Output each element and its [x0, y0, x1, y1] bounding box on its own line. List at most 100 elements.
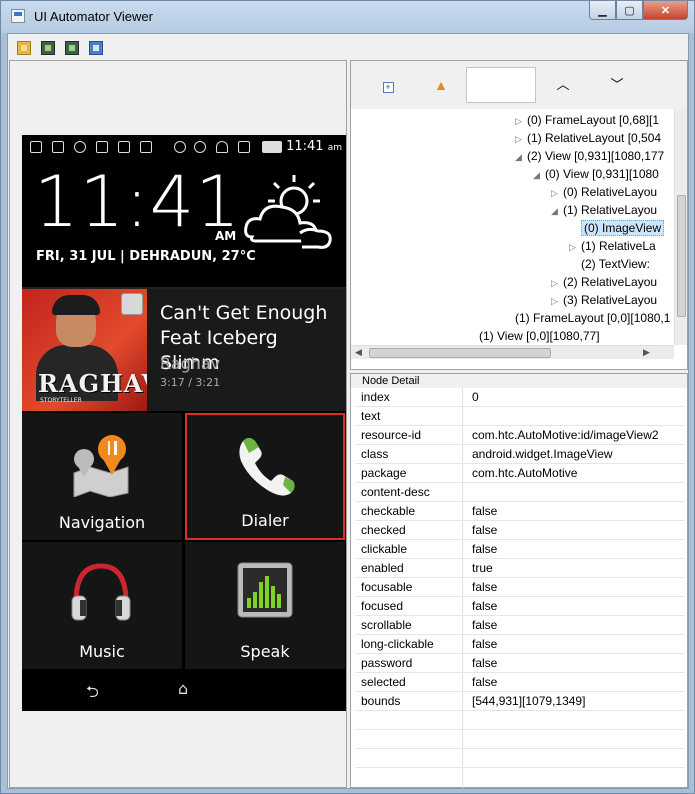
tree-node-selected[interactable]: (0) ImageView: [569, 219, 665, 237]
tree-expand-arrow-icon[interactable]: ▷: [551, 292, 563, 310]
alarm-icon: [194, 141, 206, 153]
warning-icon: ▲: [434, 77, 448, 93]
scroll-left-icon[interactable]: ◀: [355, 347, 362, 358]
hierarchy-tree[interactable]: ▷ (0) FrameLayout [0,68][1 ▷ (1) RelativeL…: [351, 109, 674, 345]
map-pin-icon: [73, 435, 129, 497]
search-field[interactable]: [466, 67, 536, 103]
tree-expand-arrow-icon[interactable]: ▷: [569, 238, 581, 256]
detail-value: 0: [472, 390, 479, 404]
detail-row[interactable]: enabled true: [355, 559, 685, 578]
detail-row[interactable]: index 0: [355, 388, 685, 407]
expand-all-button[interactable]: +: [378, 75, 398, 95]
tree-collapse-arrow-icon[interactable]: ◢: [515, 148, 527, 166]
device-screenshot-compressed-icon[interactable]: [65, 41, 79, 55]
tree-horizontal-scrollbar[interactable]: ◀ ▶: [351, 345, 674, 359]
detail-value: true: [472, 561, 493, 575]
tile-dialer[interactable]: Dialer: [185, 413, 345, 540]
tree-horizontal-scroll-thumb[interactable]: [369, 348, 551, 358]
device-screenshot-panel: 11:41 am 11:41 AM FRI, 31 JUL | DEHRADUN…: [9, 60, 347, 788]
tree-node[interactable]: ◢ (1) RelativeLayou: [551, 201, 657, 219]
client-area: 11:41 am 11:41 AM FRI, 31 JUL | DEHRADUN…: [7, 33, 689, 789]
tree-expand-arrow-icon[interactable]: ▷: [551, 274, 563, 292]
detail-row-empty: [355, 711, 685, 730]
detail-row[interactable]: scrollable false: [355, 616, 685, 635]
detail-row[interactable]: long-clickable false: [355, 635, 685, 654]
tree-expand-arrow-icon[interactable]: ▷: [551, 184, 563, 202]
tile-music[interactable]: Music: [22, 542, 182, 669]
detail-row[interactable]: password false: [355, 654, 685, 673]
previous-result-button[interactable]: ︿: [553, 75, 573, 95]
detail-row[interactable]: clickable false: [355, 540, 685, 559]
detail-row[interactable]: selected false: [355, 673, 685, 692]
detail-row[interactable]: resource-id com.htc.AutoMotive:id/imageVi…: [355, 426, 685, 445]
tree-expand-arrow-icon[interactable]: ▷: [515, 130, 527, 148]
next-result-button[interactable]: ﹀: [607, 75, 627, 95]
back-icon[interactable]: ⮌: [86, 681, 99, 708]
tree-node[interactable]: ▷ (1) RelativeLayout [0,504: [515, 129, 661, 147]
tree-node[interactable]: ▷ (0) RelativeLayou: [551, 183, 657, 201]
open-folder-icon[interactable]: [17, 41, 31, 55]
status-time: 11:41 am: [286, 139, 342, 154]
detail-row[interactable]: checked false: [355, 521, 685, 540]
tree-node-label: (3) RelativeLayou: [563, 293, 658, 307]
tile-speak-label: Speak: [240, 642, 290, 661]
detail-row[interactable]: package com.htc.AutoMotive: [355, 464, 685, 483]
tree-collapse-arrow-icon[interactable]: ◢: [533, 166, 545, 184]
tree-node[interactable]: ◢ (2) View [0,931][1080,177: [515, 147, 664, 165]
tree-node[interactable]: (1) View [0,0][1080,77]: [479, 327, 600, 345]
save-icon[interactable]: [89, 41, 103, 55]
tree-node[interactable]: ▷ (1) RelativeLa: [569, 237, 656, 255]
now-playing-card[interactable]: RAGHAV STORYTELLER Can't Get Enough Feat…: [22, 289, 346, 411]
detail-row[interactable]: bounds [544,931][1079,1349]: [355, 692, 685, 711]
tree-node[interactable]: ▷ (2) RelativeLayou: [551, 273, 657, 291]
detail-key: long-clickable: [361, 637, 434, 651]
detail-row[interactable]: content-desc: [355, 483, 685, 502]
detail-key: checked: [361, 523, 406, 537]
detail-row[interactable]: checkable false: [355, 502, 685, 521]
hierarchy-toolbar: + ▲ ︿ ﹀: [351, 61, 687, 109]
clock-date-location: FRI, 31 JUL | DEHRADUN, 27°C: [36, 249, 256, 264]
device-screenshot-icon[interactable]: [41, 41, 55, 55]
close-icon: ✕: [660, 4, 671, 17]
detail-row[interactable]: class android.widget.ImageView: [355, 445, 685, 464]
tree-node-label: (2) TextView:: [581, 257, 650, 271]
maximize-icon: ▢: [624, 4, 635, 17]
tree-node[interactable]: (2) TextView:: [581, 255, 650, 273]
detail-key: index: [361, 390, 390, 404]
detail-key: scrollable: [361, 618, 412, 632]
app-icon: [11, 9, 25, 23]
clock-ampm: AM: [215, 229, 237, 243]
car-icon: [74, 141, 86, 153]
node-detail-title: Node Detail: [351, 374, 687, 388]
tree-vertical-scrollbar[interactable]: [674, 109, 687, 345]
expand-icon: +: [382, 82, 394, 93]
home-icon[interactable]: ⌂: [178, 679, 188, 698]
device-screen[interactable]: 11:41 am 11:41 AM FRI, 31 JUL | DEHRADUN…: [22, 135, 346, 711]
tree-collapse-arrow-icon[interactable]: ◢: [551, 202, 563, 220]
detail-value: false: [472, 523, 498, 537]
usb-icon: [96, 141, 108, 153]
title-bar[interactable]: UI Automator Viewer ▁ ▢ ✕: [1, 1, 694, 33]
scroll-right-icon[interactable]: ▶: [643, 347, 650, 358]
debug-icon: [118, 141, 130, 153]
tile-navigation[interactable]: Navigation: [22, 413, 182, 540]
tile-music-label: Music: [79, 642, 125, 661]
tree-node[interactable]: (1) FrameLayout [0,0][1080,1: [515, 309, 670, 327]
detail-row-empty: [355, 749, 685, 768]
device-status-bar: 11:41 am: [22, 135, 346, 159]
tree-node[interactable]: ▷ (3) RelativeLayou: [551, 291, 657, 309]
detail-row[interactable]: focused false: [355, 597, 685, 616]
maximize-button[interactable]: ▢: [616, 1, 643, 20]
close-button[interactable]: ✕: [643, 1, 688, 20]
tree-expand-arrow-icon[interactable]: ▷: [515, 112, 527, 130]
detail-row-empty: [355, 730, 685, 749]
tree-vertical-scroll-thumb[interactable]: [677, 195, 686, 317]
tile-speak[interactable]: Speak: [185, 542, 345, 669]
minimize-button[interactable]: ▁: [589, 1, 616, 20]
detail-row[interactable]: text: [355, 407, 685, 426]
tree-node[interactable]: ▷ (0) FrameLayout [0,68][1: [515, 111, 659, 129]
detail-row[interactable]: focusable false: [355, 578, 685, 597]
tree-node[interactable]: ◢ (0) View [0,931][1080: [533, 165, 659, 183]
nav-warning-button[interactable]: ▲: [431, 75, 451, 95]
album-art[interactable]: RAGHAV STORYTELLER: [22, 289, 147, 411]
